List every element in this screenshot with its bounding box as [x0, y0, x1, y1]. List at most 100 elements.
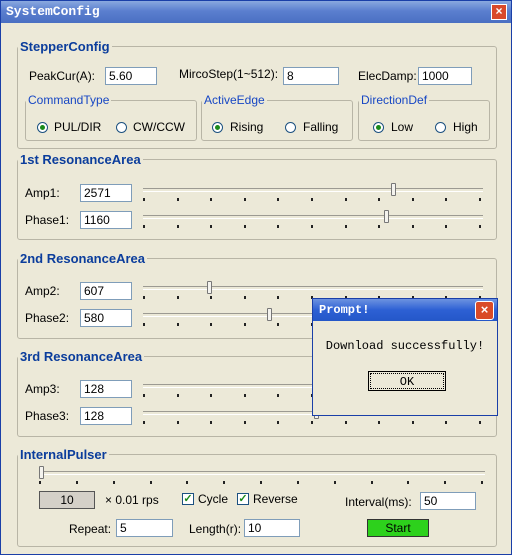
- slider-tick: [76, 481, 78, 484]
- slider-tick: [210, 198, 212, 201]
- start-button[interactable]: Start: [367, 519, 429, 537]
- slider-tick: [345, 421, 347, 424]
- slider-tick: [177, 394, 179, 397]
- active-edge-legend: ActiveEdge: [204, 93, 265, 107]
- title-bar[interactable]: SystemConfig ×: [1, 1, 511, 23]
- phase1-slider[interactable]: [143, 210, 483, 230]
- low-radio[interactable]: [373, 122, 384, 133]
- amp1-slider[interactable]: [143, 183, 483, 203]
- repeat-label: Repeat:: [69, 522, 112, 536]
- slider-tick: [412, 225, 414, 228]
- pul-dir-label: PUL/DIR: [54, 120, 102, 134]
- slider-tick: [210, 225, 212, 228]
- slider-tick: [479, 225, 481, 228]
- amp1-label: Amp1:: [25, 186, 60, 200]
- slider-tick: [345, 198, 347, 201]
- amp3-input[interactable]: 128: [80, 380, 132, 398]
- amp1-input[interactable]: 2571: [80, 184, 132, 202]
- slider-thumb[interactable]: [39, 466, 44, 479]
- close-icon[interactable]: ×: [491, 4, 507, 20]
- slider-tick: [177, 421, 179, 424]
- pulser-speed-slider[interactable]: [39, 466, 485, 486]
- low-label: Low: [391, 120, 414, 134]
- slider-tick: [407, 481, 409, 484]
- slider-tick: [444, 481, 446, 484]
- slider-thumb[interactable]: [267, 308, 272, 321]
- prompt-dialog: Prompt! × Download successfully! OK: [312, 298, 498, 416]
- length-label: Length(r):: [189, 522, 242, 536]
- falling-radio[interactable]: [285, 122, 296, 133]
- reverse-checkbox[interactable]: ✓: [237, 493, 249, 505]
- pul-dir-radio[interactable]: [37, 122, 48, 133]
- phase3-input[interactable]: 128: [80, 407, 132, 425]
- dialog-title: Prompt!: [319, 303, 370, 317]
- micro-step-input[interactable]: 8: [283, 67, 339, 85]
- amp3-label: Amp3:: [25, 382, 60, 396]
- slider-tick: [334, 481, 336, 484]
- dialog-message: Download successfully!: [325, 339, 485, 353]
- slider-tick: [277, 323, 279, 326]
- phase1-input[interactable]: 1160: [80, 211, 132, 229]
- slider-tick: [143, 421, 145, 424]
- slider-tick: [177, 323, 179, 326]
- slider-track: [39, 471, 485, 475]
- amp2-input[interactable]: 607: [80, 282, 132, 300]
- stepper-config-legend: StepperConfig: [20, 39, 110, 54]
- peak-current-label: PeakCur(A):: [29, 69, 96, 83]
- slider-tick: [186, 481, 188, 484]
- slider-thumb[interactable]: [207, 281, 212, 294]
- slider-tick: [445, 421, 447, 424]
- slider-tick: [244, 421, 246, 424]
- window-title: SystemConfig: [6, 4, 100, 19]
- slider-tick: [277, 394, 279, 397]
- slider-tick: [479, 421, 481, 424]
- interval-label: Interval(ms):: [345, 495, 412, 509]
- high-label: High: [453, 120, 478, 134]
- speed-unit-label: × 0.01 rps: [105, 493, 159, 507]
- cw-ccw-radio[interactable]: [116, 122, 127, 133]
- peak-current-input[interactable]: 5.60: [105, 67, 157, 85]
- interval-input[interactable]: 50: [420, 492, 476, 510]
- slider-tick: [277, 198, 279, 201]
- rising-radio[interactable]: [212, 122, 223, 133]
- elec-damp-label: ElecDamp:: [358, 69, 417, 83]
- slider-thumb[interactable]: [391, 183, 396, 196]
- slider-tick: [297, 481, 299, 484]
- slider-tick: [143, 323, 145, 326]
- slider-tick: [244, 225, 246, 228]
- dialog-close-icon[interactable]: ×: [475, 301, 494, 320]
- micro-step-label: MircoStep(1~512):: [179, 67, 279, 81]
- slider-tick: [277, 421, 279, 424]
- command-type-legend: CommandType: [28, 93, 110, 107]
- repeat-input[interactable]: 5: [116, 519, 173, 537]
- system-config-window: SystemConfig × StepperConfig PeakCur(A):…: [0, 0, 512, 555]
- slider-tick: [113, 481, 115, 484]
- slider-tick: [244, 296, 246, 299]
- slider-tick: [223, 481, 225, 484]
- slider-tick: [378, 421, 380, 424]
- cycle-checkbox[interactable]: ✓: [182, 493, 194, 505]
- slider-tick: [277, 296, 279, 299]
- dialog-title-bar[interactable]: Prompt! ×: [313, 299, 497, 321]
- slider-tick: [445, 225, 447, 228]
- elec-damp-input[interactable]: 1000: [418, 67, 472, 85]
- slider-tick: [311, 421, 313, 424]
- slider-tick: [277, 225, 279, 228]
- slider-thumb[interactable]: [384, 210, 389, 223]
- high-radio[interactable]: [435, 122, 446, 133]
- ok-button[interactable]: OK: [368, 371, 446, 391]
- slider-tick: [39, 481, 41, 484]
- slider-tick: [371, 481, 373, 484]
- reverse-label: Reverse: [253, 492, 298, 506]
- cycle-label: Cycle: [198, 492, 229, 506]
- slider-tick: [177, 296, 179, 299]
- cw-ccw-label: CW/CCW: [133, 120, 185, 134]
- length-input[interactable]: 10: [244, 519, 300, 537]
- slider-tick: [311, 225, 313, 228]
- slider-tick: [311, 198, 313, 201]
- direction-def-legend: DirectionDef: [361, 93, 428, 107]
- slider-tick: [210, 323, 212, 326]
- slider-tick: [143, 225, 145, 228]
- phase2-input[interactable]: 580: [80, 309, 132, 327]
- slider-track: [143, 215, 483, 219]
